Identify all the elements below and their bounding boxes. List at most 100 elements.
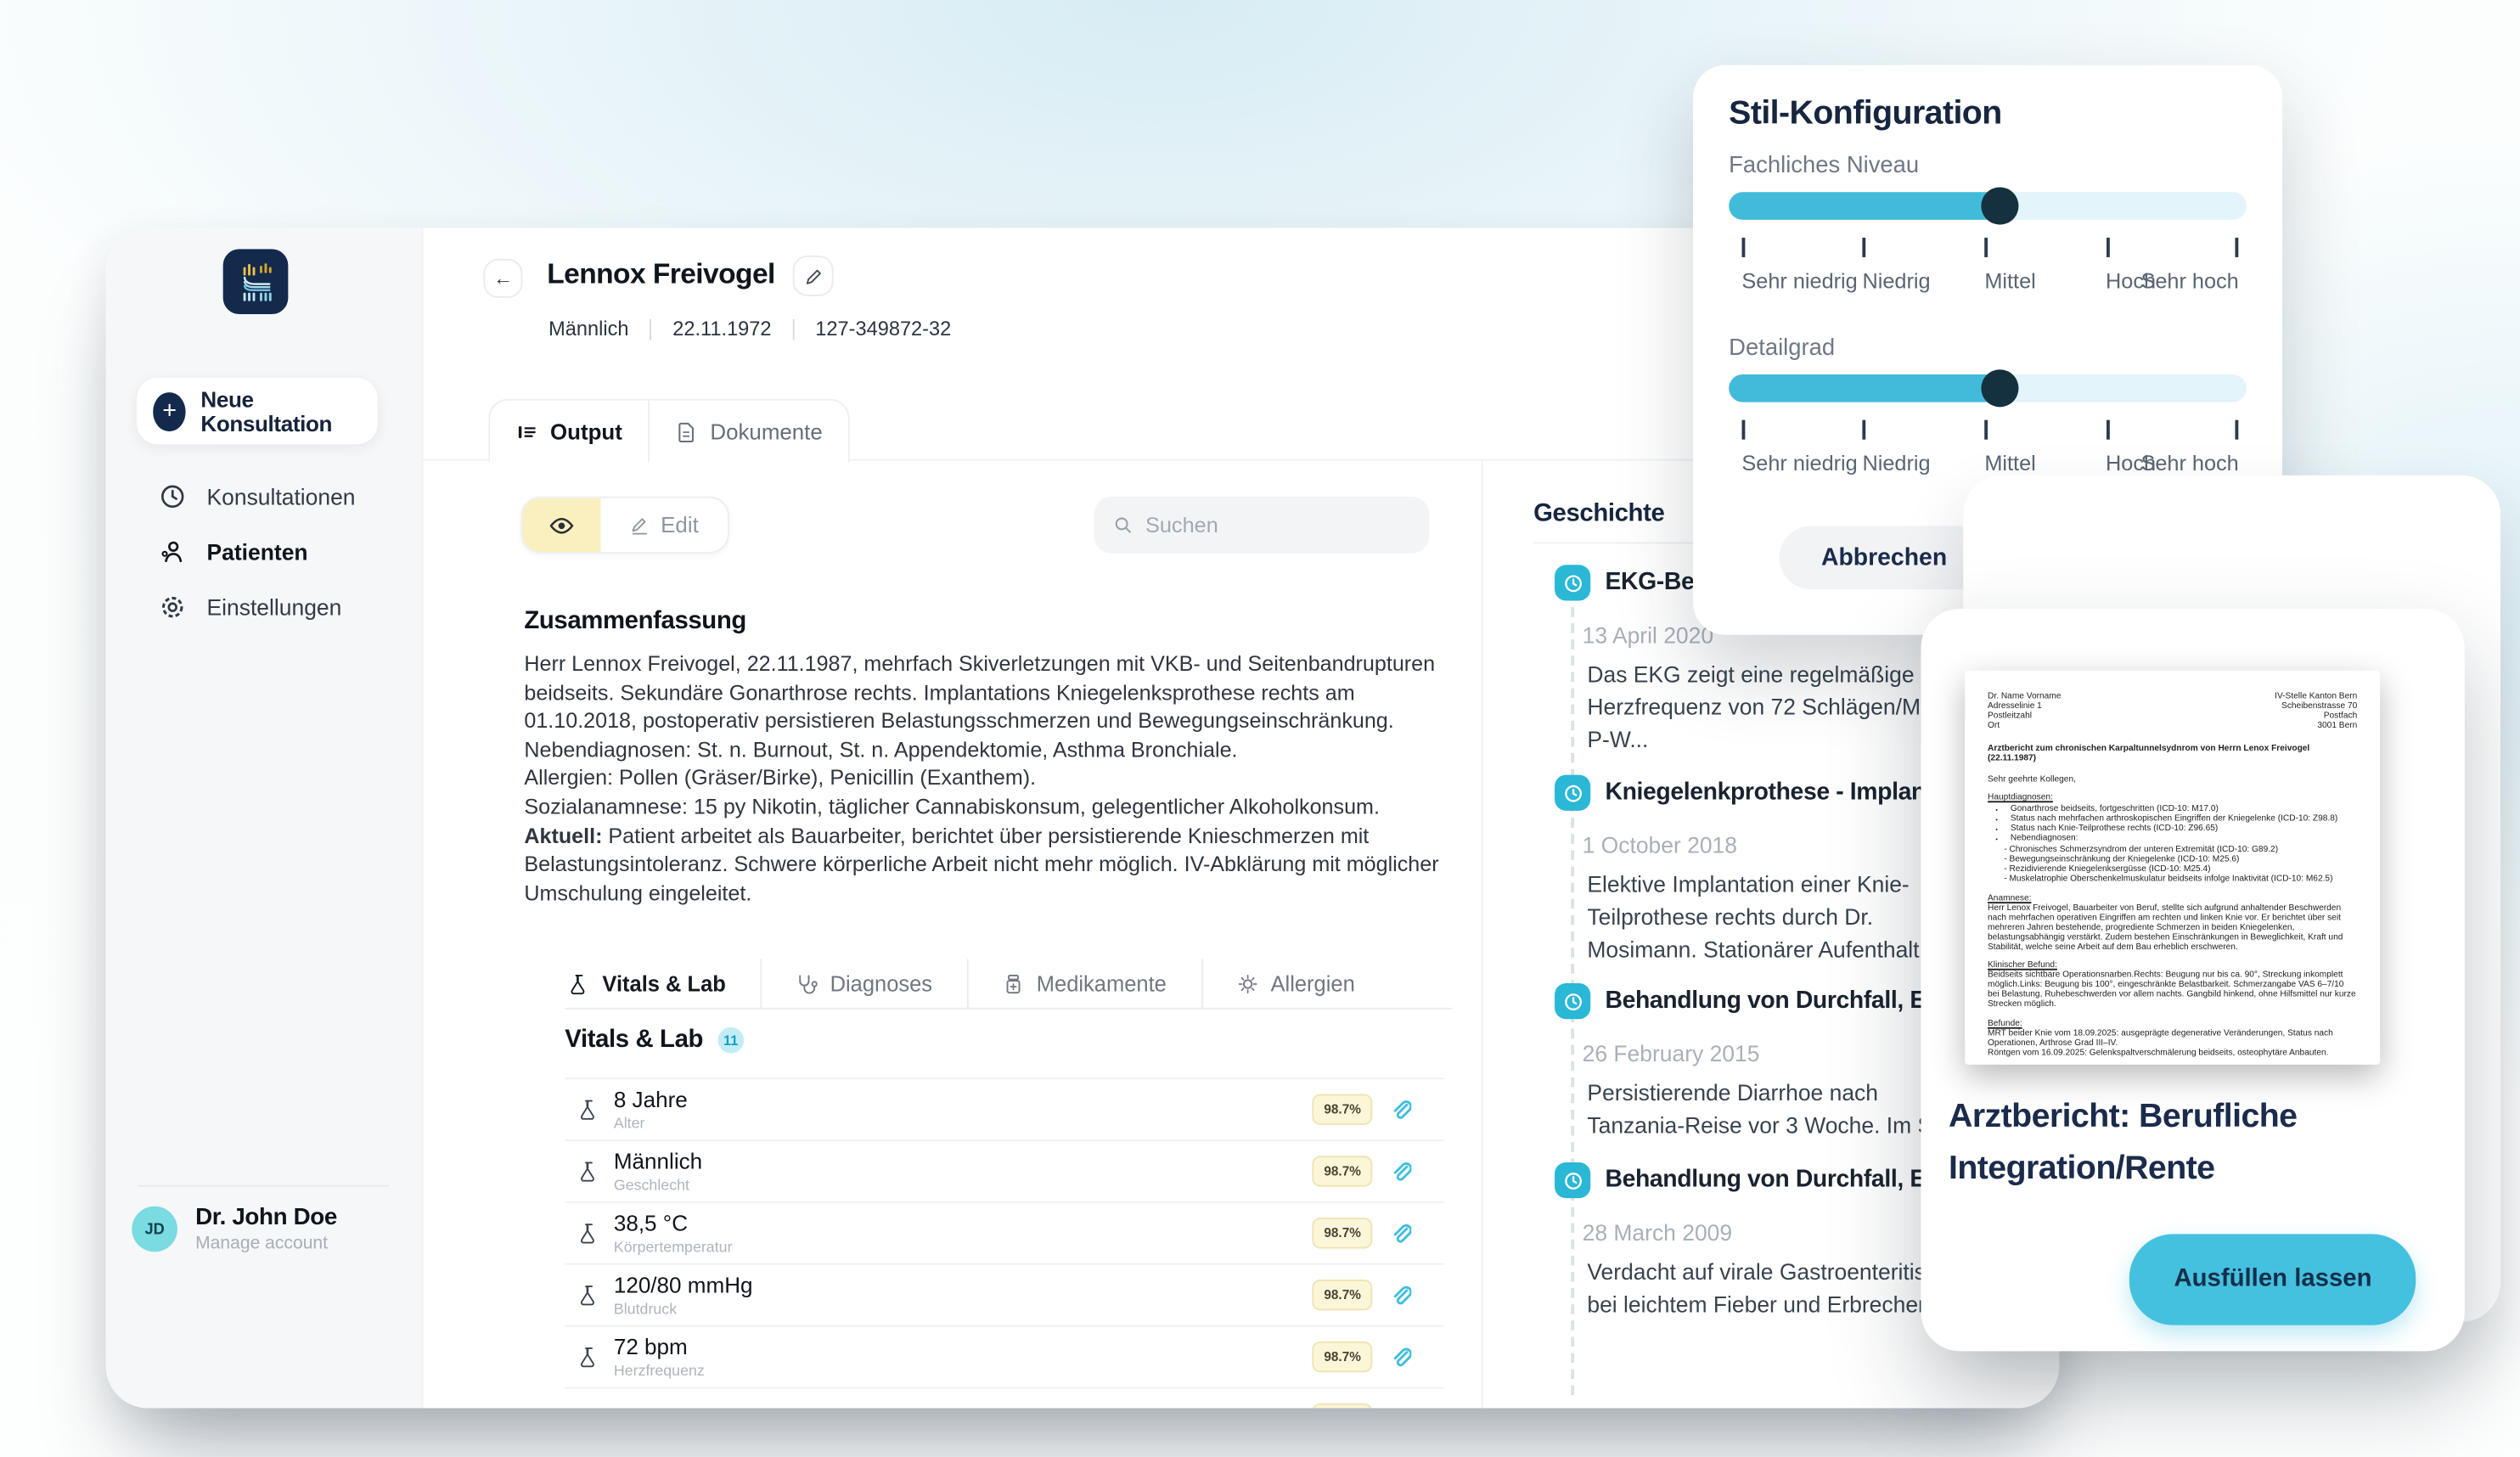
tick-mark — [1862, 420, 1865, 440]
tab-label: Allergien — [1271, 971, 1355, 996]
tab-diagnoses[interactable]: Diagnoses — [762, 959, 968, 1008]
slider-label: Detailgrad — [1729, 335, 2247, 362]
back-button[interactable]: ← — [483, 259, 522, 298]
history-clock-icon — [1555, 1162, 1590, 1198]
tick-label: Sehr hoch — [2140, 451, 2238, 475]
vital-value: 120/80 mmHg — [614, 1272, 753, 1298]
tick-mark — [1984, 238, 1988, 257]
summary-aktuell-label: Aktuell: — [524, 823, 602, 847]
meta-divider — [650, 318, 651, 340]
user-name: Dr. John Doe — [195, 1205, 337, 1231]
allergen-icon — [1236, 973, 1257, 994]
pill-bottle-icon — [1003, 973, 1024, 994]
new-consultation-button[interactable]: + Neue Konsultation — [137, 378, 378, 445]
vitals-row[interactable]: 98.7% — [565, 1388, 1443, 1408]
sidebar-nav: Konsultationen Patienten Einstellun — [106, 469, 422, 635]
search-input[interactable] — [1145, 513, 1409, 537]
sidebar-item-label: Einstellungen — [206, 595, 341, 620]
logo-icon — [231, 257, 280, 307]
slider-scale: Sehr niedrig Niedrig Mittel Hoch Sehr ho… — [1729, 238, 2247, 309]
sidebar-item-einstellungen[interactable]: Einstellungen — [106, 580, 422, 635]
patient-meta: Männlich 22.11.1972 127-349872-32 — [548, 318, 951, 340]
sidebar-item-patienten[interactable]: Patienten — [106, 524, 422, 579]
patient-dob: 22.11.1972 — [672, 318, 771, 340]
attachment-icon[interactable] — [1388, 1346, 1411, 1369]
avatar: JD — [132, 1207, 177, 1252]
vitals-row[interactable]: MännlichGeschlecht 98.7% — [565, 1141, 1443, 1203]
attachment-icon[interactable] — [1388, 1222, 1411, 1245]
confidence-badge: 98.7% — [1313, 1218, 1372, 1248]
attachment-icon[interactable] — [1388, 1408, 1411, 1409]
confidence-badge: 98.7% — [1313, 1404, 1372, 1409]
confidence-badge: 98.7% — [1313, 1094, 1372, 1124]
patient-gender: Männlich — [548, 318, 628, 340]
slider-knob[interactable] — [1981, 369, 2018, 407]
vital-value: Männlich — [614, 1149, 702, 1175]
tick-mark — [2236, 420, 2239, 440]
report-document-preview[interactable]: Dr. Name Vorname Adresselinie 1 Postleit… — [1965, 671, 2380, 1065]
edit-toggle-button[interactable]: Edit — [600, 498, 728, 552]
vital-label: Herzfrequenz — [614, 1362, 705, 1380]
document-section-title: Hauptdiagnosen: — [1988, 792, 2357, 802]
detailgrad-slider[interactable] — [1729, 374, 2247, 402]
account-button[interactable]: JD Dr. John Doe Manage account — [132, 1205, 337, 1254]
slider-fill — [1729, 192, 2013, 220]
tab-output[interactable]: Output — [490, 401, 650, 463]
tick-label: Niedrig — [1862, 451, 1930, 475]
person-icon — [160, 539, 186, 565]
pencil-icon — [630, 515, 650, 535]
vitals-row[interactable]: 8 JahreAlter 98.7% — [565, 1079, 1443, 1141]
tab-dokumente[interactable]: Dokumente — [650, 401, 848, 463]
sidebar-item-label: Patienten — [206, 540, 307, 565]
flask-icon — [568, 973, 589, 994]
sidebar-item-konsultationen[interactable]: Konsultationen — [106, 469, 422, 524]
summary-paragraph: Herr Lennox Freivogel, 22.11.1987, mehrf… — [524, 650, 1445, 735]
attachment-icon[interactable] — [1388, 1284, 1411, 1307]
slider-knob[interactable] — [1981, 187, 2018, 224]
patient-id: 127-349872-32 — [815, 318, 951, 340]
cancel-button[interactable]: Abbrechen — [1779, 526, 1989, 589]
vitals-row[interactable]: 120/80 mmHgBlutdruck 98.7% — [565, 1265, 1443, 1327]
history-title: Geschichte — [1533, 500, 1664, 530]
attachment-icon[interactable] — [1388, 1098, 1411, 1121]
autofill-button[interactable]: Ausfüllen lassen — [2130, 1234, 2416, 1325]
document-section-title: Befunde: — [1988, 1018, 2357, 1028]
style-config-title: Stil-Konfiguration — [1729, 94, 2247, 133]
vitals-row[interactable]: 38,5 °CKörpertemperatur 98.7% — [565, 1203, 1443, 1265]
vital-label: Blutdruck — [614, 1300, 753, 1318]
tab-allergien[interactable]: Allergien — [1202, 959, 1389, 1008]
vitals-row[interactable]: 72 bpmHerzfrequenz 98.7% — [565, 1327, 1443, 1389]
document-addresses: Dr. Name Vorname Adresselinie 1 Postleit… — [1988, 692, 2357, 732]
document-icon — [676, 421, 697, 442]
vital-label: Körpertemperatur — [614, 1238, 733, 1256]
tick-label: Mittel — [1984, 268, 2035, 293]
gear-icon — [160, 594, 186, 621]
document-subject: Arztbericht zum chronischen Karpaltunnel… — [1988, 745, 2357, 764]
report-card: Dr. Name Vorname Adresselinie 1 Postleit… — [1921, 609, 2464, 1351]
tick-mark — [2106, 420, 2109, 440]
tick-label: Niedrig — [1862, 268, 1930, 293]
confidence-badge: 98.7% — [1313, 1342, 1372, 1372]
history-clock-icon — [1555, 565, 1590, 600]
summary-title: Zusammenfassung — [524, 607, 746, 637]
slider-group-detailgrad: Detailgrad Sehr niedrig Niedrig Mittel H… — [1729, 335, 2247, 492]
output-content: Edit Zusammenfassung Herr Lennox Freivog… — [424, 461, 1482, 1409]
tab-medikamente[interactable]: Medikamente — [968, 959, 1202, 1008]
fachliches-niveau-slider[interactable] — [1729, 192, 2247, 220]
confidence-badge: 98.7% — [1313, 1156, 1372, 1186]
tick-mark — [2236, 238, 2239, 257]
slider-label: Fachliches Niveau — [1729, 153, 2247, 179]
vital-value: 38,5 °C — [614, 1211, 733, 1237]
summary-paragraph: Allergien: Pollen (Gräser/Birke), Penici… — [524, 764, 1445, 793]
tab-label: Medikamente — [1037, 971, 1167, 996]
tab-vitals-lab[interactable]: Vitals & Lab — [565, 959, 762, 1008]
tick-label: Mittel — [1984, 451, 2035, 475]
summary-paragraph: Aktuell: Patient arbeitet als Bauarbeite… — [524, 821, 1445, 907]
edit-patient-button[interactable] — [793, 256, 834, 296]
attachment-icon[interactable] — [1388, 1160, 1411, 1183]
summary-body: Herr Lennox Freivogel, 22.11.1987, mehrf… — [524, 650, 1445, 908]
history-clock-icon — [1555, 983, 1590, 1019]
view-edit-toggle: Edit — [521, 497, 729, 554]
preview-toggle-button[interactable] — [522, 498, 600, 552]
tick-mark — [1984, 420, 1988, 440]
